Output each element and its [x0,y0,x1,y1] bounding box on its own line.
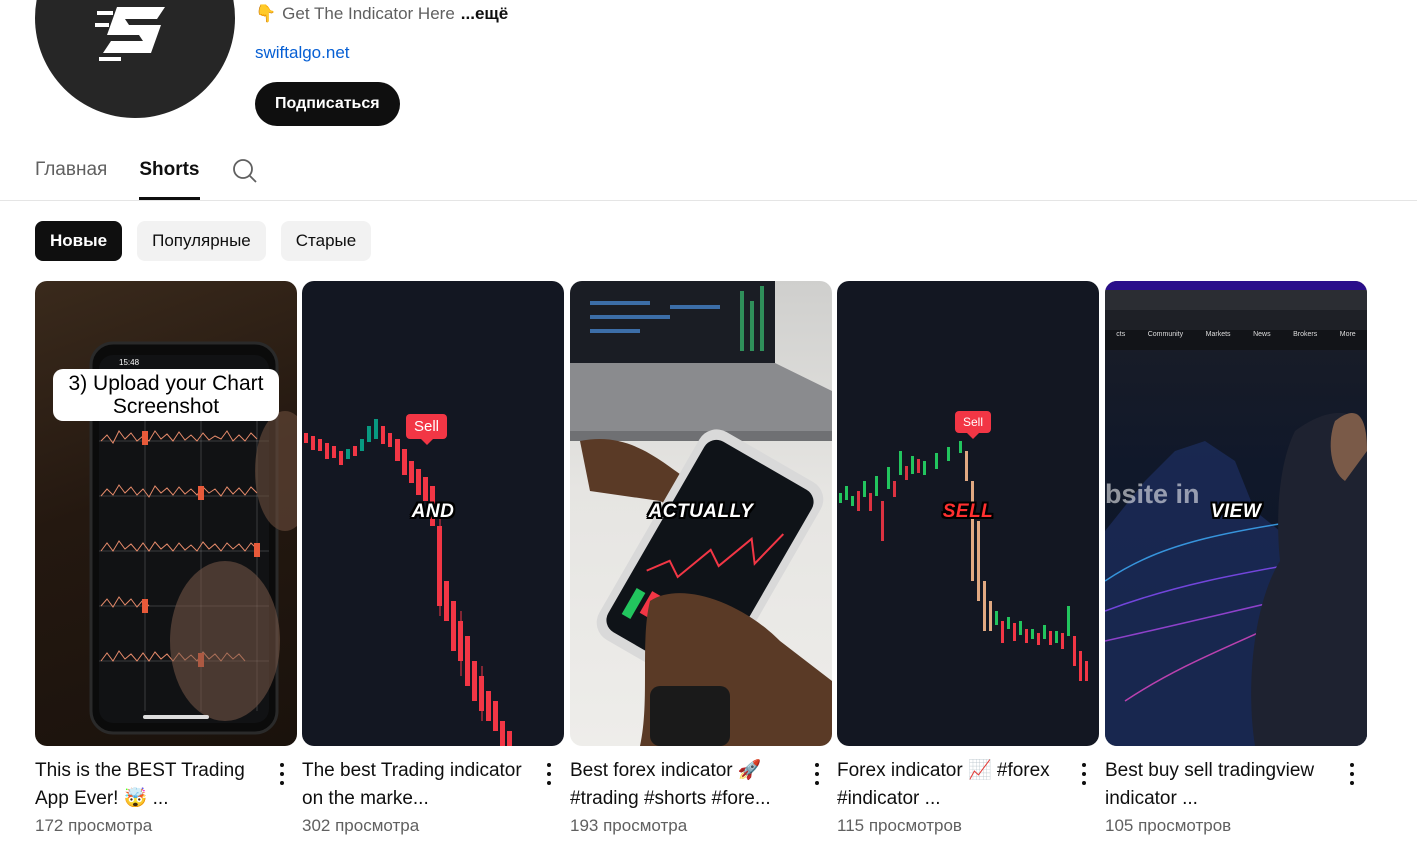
overlay-word: ACTUALLY [648,501,754,522]
chip-newest[interactable]: Новые [35,221,123,261]
site-nav: cts Community Markets News Brokers More [1105,331,1367,338]
nav-item: Community [1147,331,1184,338]
chip-oldest[interactable]: Старые [280,221,372,261]
description-text: Get The Indicator Here [282,4,455,23]
phone-charts-image: 15:48 [89,341,297,735]
nav-item: News [1253,331,1271,338]
short-thumbnail[interactable]: ACTUALLY [570,281,832,746]
video-title[interactable]: Forex indicator 📈 #forex #indicator ... [837,757,1063,813]
view-count: 172 просмотра [35,816,153,835]
overlay-word: VIEW [1210,501,1262,522]
nav-item: More [1339,331,1356,338]
more-actions-icon[interactable] [546,763,552,785]
video-title[interactable]: This is the BEST Trading App Ever! 🤯 ... [35,757,261,813]
short-thumbnail[interactable]: Sell AND [302,281,564,746]
subscribe-button[interactable]: Подписаться [255,82,400,126]
view-count: 302 просмотра [302,816,420,835]
short-card[interactable]: Sell AND The best Trading indicator on t… [302,281,564,836]
short-card[interactable]: Sell SELL Forex indicator 📈 #forex #indi… [837,281,1099,836]
channel-avatar[interactable] [35,0,235,118]
video-title[interactable]: Best forex indicator 🚀 #trading #shorts … [570,757,796,813]
more-actions-icon[interactable] [1349,763,1355,785]
video-title[interactable]: The best Trading indicator on the marke.… [302,757,528,813]
more-actions-icon[interactable] [814,763,820,785]
short-card[interactable]: cts Community Markets News Brokers More … [1105,281,1367,836]
swiftalgo-logo-icon [95,7,165,61]
nav-item: cts [1116,331,1126,338]
point-down-emoji: 👇 [255,4,277,23]
short-card[interactable]: ACTUALLY Best forex indicator 🚀 #trading… [570,281,832,836]
view-count: 193 просмотра [570,816,688,835]
channel-website-link[interactable]: swiftalgo.net [255,43,350,63]
short-thumbnail[interactable]: Sell SELL [837,281,1099,746]
channel-tabs: Главная Shorts [35,150,258,200]
phone-time: 15:48 [119,358,140,367]
more-actions-icon[interactable] [279,763,285,785]
short-thumbnail[interactable]: 15:48 3) Upload your Chart Screenshot [35,281,297,746]
short-thumbnail[interactable]: cts Community Markets News Brokers More … [1105,281,1367,746]
chip-popular[interactable]: Популярные [137,221,266,261]
nav-item: Brokers [1293,331,1318,338]
more-actions-icon[interactable] [1081,763,1087,785]
sell-badge: Sell [406,414,448,445]
overlay-word: AND [411,501,455,522]
more-link[interactable]: ...ещё [461,4,508,24]
view-count: 105 просмотров [1105,816,1232,835]
video-caption: 3) Upload your Chart Screenshot [53,369,279,421]
tabs-divider [0,200,1417,201]
sell-badge: Sell [955,411,992,439]
video-title[interactable]: Best buy sell tradingview indicator ... [1105,757,1331,813]
search-icon[interactable] [232,158,258,184]
sort-chips: Новые Популярные Старые [35,221,372,261]
channel-description: 👇 Get The Indicator Here ...ещё [255,4,508,24]
overlay-word: SELL [942,501,994,522]
tab-shorts[interactable]: Shorts [139,150,200,200]
short-card[interactable]: 15:48 3) Upload your Chart Screenshot Th… [35,281,297,836]
nav-item: Markets [1205,331,1231,338]
view-count: 115 просмотров [837,816,962,835]
tab-home[interactable]: Главная [35,150,107,200]
